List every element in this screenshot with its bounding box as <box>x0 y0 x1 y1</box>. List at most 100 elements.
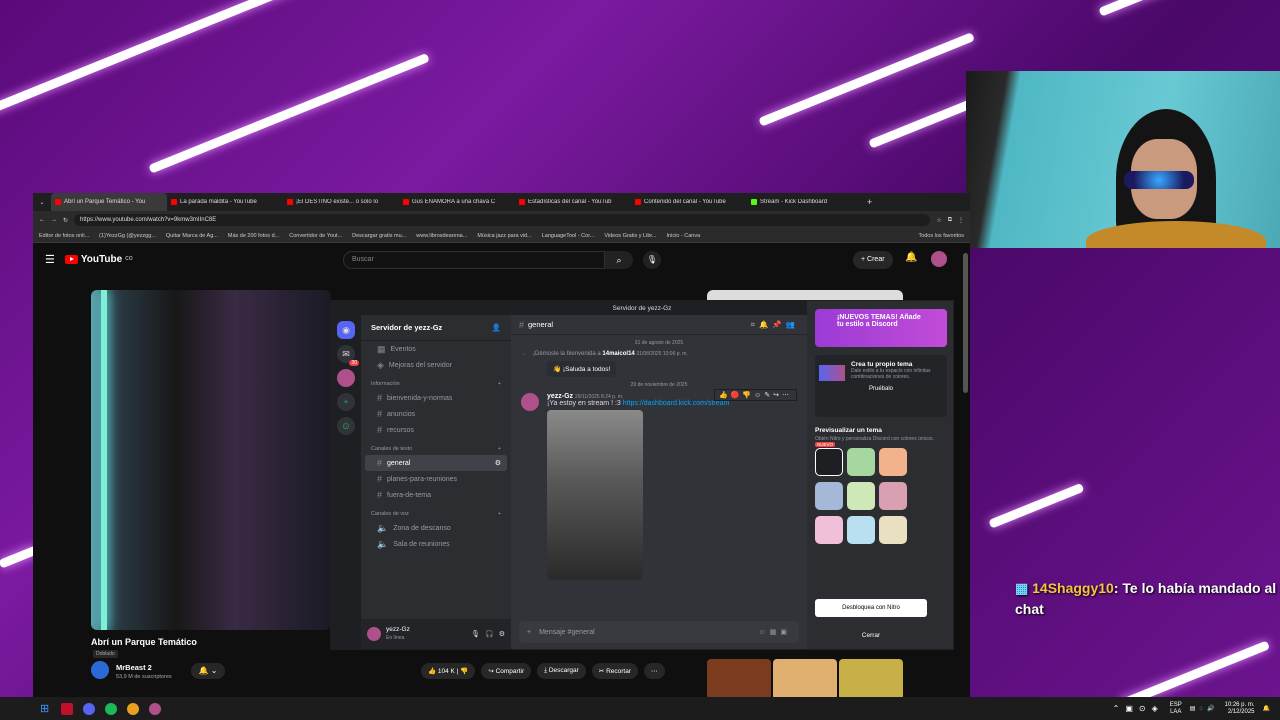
windows-start-icon[interactable]: ⊞ <box>40 702 49 715</box>
tab[interactable]: Abrí un Parque Temático - You <box>51 193 167 211</box>
add-attachment-icon[interactable]: + <box>527 629 531 636</box>
youtube-logo[interactable]: YouTube CO <box>64 254 133 265</box>
explore-icon[interactable]: ⊙ <box>337 417 355 435</box>
bookmark[interactable]: Descargar gratis mu... <box>352 233 406 239</box>
forward-icon[interactable]: → <box>51 217 57 223</box>
system-tray[interactable]: ⌃▣⊙◈ <box>1113 704 1164 713</box>
star-icon[interactable]: ☆ <box>936 217 941 224</box>
user-info[interactable]: yezz-Gz En línea <box>386 626 410 642</box>
bookmark[interactable]: Inicio - Canva <box>667 233 701 239</box>
add-channel-icon[interactable]: + <box>498 381 501 387</box>
input-tools[interactable]: ☺▦▣ <box>759 628 791 636</box>
tab[interactable]: Gus ENAMORA a una chava C <box>399 199 515 205</box>
theme-tile[interactable] <box>847 482 875 510</box>
tab[interactable]: ¡El DESTINO existe... o solo lo <box>283 199 399 205</box>
more-button[interactable]: ⋯ <box>644 663 665 679</box>
category-info[interactable]: Información + <box>361 373 511 390</box>
bookmark[interactable]: Música jazz para vid... <box>477 233 531 239</box>
bookmark[interactable]: LanguageTool - Cor... <box>542 233 595 239</box>
voice-channel[interactable]: 🔈 Sala de reuniones <box>365 536 507 552</box>
channel-item[interactable]: # recursos <box>365 422 507 438</box>
server-icon[interactable] <box>337 369 355 387</box>
message-author[interactable]: yezz-Gz <box>547 393 573 400</box>
avatar[interactable] <box>931 251 947 267</box>
bookmark[interactable]: Quitar Marca de Ag... <box>166 233 218 239</box>
scrollbar[interactable] <box>963 253 968 393</box>
app-icon[interactable] <box>61 702 74 715</box>
hamburger-icon[interactable]: ☰ <box>45 253 55 266</box>
events-item[interactable]: ▦ Eventos <box>365 341 507 357</box>
try-button[interactable]: Pruébalo <box>821 386 941 392</box>
mic-icon[interactable]: 🎙 <box>471 630 480 638</box>
channel-item[interactable]: # bienvenida-y-normas <box>365 390 507 406</box>
dm-icon[interactable]: ✉ 30 <box>337 345 359 366</box>
network-icon[interactable]: ▤◌🔊 <box>1190 705 1219 712</box>
channel-item[interactable]: # fuera-de-tema <box>365 487 507 503</box>
theme-tile[interactable] <box>879 516 907 544</box>
tab[interactable]: Estadísticas del canal - YouTub <box>515 199 631 205</box>
invite-icon[interactable]: 👤 <box>492 323 501 332</box>
bookmark[interactable]: Videos Gratis y Libr... <box>604 233 656 239</box>
video-player[interactable] <box>91 290 331 630</box>
bell-icon[interactable]: 🔔 <box>905 252 917 263</box>
unlock-nitro-button[interactable]: Desbloquea con Nitro <box>815 599 927 617</box>
message-actions[interactable]: 👍🔴👎☺✎↪⋯ <box>713 389 797 401</box>
back-icon[interactable]: ← <box>39 217 45 223</box>
close-button[interactable]: Cerrar <box>815 632 927 639</box>
like-button[interactable]: 👍 104 K | 👎 <box>421 663 476 679</box>
bookmark[interactable]: www.librosdearena... <box>416 233 467 239</box>
notification-icon[interactable]: 🔔 <box>1263 705 1270 712</box>
message-input[interactable]: + Mensaje #general ☺▦▣ <box>519 621 799 643</box>
extensions-icon[interactable]: ⧉ <box>948 217 952 224</box>
channel-avatar[interactable] <box>91 661 109 679</box>
settings-icon[interactable]: ⚙ <box>495 459 501 467</box>
theme-tile[interactable] <box>847 516 875 544</box>
recommended-thumbnail[interactable] <box>773 659 837 700</box>
bookmark[interactable]: Editor de fotos onli... <box>39 233 89 239</box>
channel-item[interactable]: # planes-para-reuniones <box>365 471 507 487</box>
channel-item-general[interactable]: # general ⚙ <box>365 455 507 471</box>
bookmark[interactable]: Más de 200 fotos d... <box>228 233 279 239</box>
theme-tile[interactable] <box>815 516 843 544</box>
theme-tile[interactable] <box>815 482 843 510</box>
discord-home-icon[interactable]: ◉ <box>337 321 355 339</box>
search-icon[interactable]: ⌕ <box>605 251 633 269</box>
add-channel-icon[interactable]: + <box>498 511 501 517</box>
tab-search-icon[interactable]: ⌄ <box>33 199 51 206</box>
server-header[interactable]: Servidor de yezz-Gz 👤 <box>361 315 511 341</box>
theme-tile[interactable] <box>879 482 907 510</box>
category-voice[interactable]: Canales de voz + <box>361 503 511 520</box>
voice-channel[interactable]: 🔈 Zona de descanso <box>365 520 507 536</box>
mic-icon[interactable]: 🎙 <box>643 251 661 269</box>
recommended-thumbnail[interactable] <box>707 290 903 300</box>
theme-tile[interactable] <box>847 448 875 476</box>
new-tab-icon[interactable]: + <box>867 197 872 207</box>
language-indicator[interactable]: ESP LAA <box>1170 702 1182 716</box>
tab[interactable]: La parada maldita - YouTube <box>167 199 283 205</box>
add-channel-icon[interactable]: + <box>498 446 501 452</box>
header-actions[interactable]: ⌗🔔📌👥 <box>751 320 799 330</box>
url-field[interactable]: https://www.youtube.com/watch?v=9kmw3mII… <box>74 214 931 226</box>
spotify-icon[interactable] <box>105 702 118 715</box>
add-server-icon[interactable]: + <box>337 393 355 411</box>
headphones-icon[interactable]: 🎧 <box>485 630 494 638</box>
clip-button[interactable]: ✂ Recortar <box>591 663 638 679</box>
avatar[interactable] <box>367 627 381 641</box>
theme-tile[interactable] <box>879 448 907 476</box>
wave-button[interactable]: 👋 ¡Saluda a todos! <box>547 361 617 377</box>
message-image[interactable] <box>547 410 643 580</box>
theme-tile[interactable] <box>815 448 843 476</box>
reload-icon[interactable]: ↻ <box>63 217 68 224</box>
new-themes-banner[interactable]: ¡NUEVOS TEMAS! Añade tu estilo a Discord <box>815 309 947 347</box>
menu-icon[interactable]: ⋮ <box>958 217 964 224</box>
subscribe-bell-button[interactable]: 🔔 ⌄ <box>191 663 225 679</box>
message-link[interactable]: https://dashboard.kick.com/stream <box>623 400 730 407</box>
tab[interactable]: Contenido del canal - YouTube <box>631 199 747 205</box>
boosts-item[interactable]: ◈ Mejoras del servidor <box>365 357 507 373</box>
bookmark[interactable]: Convertidor de Yout... <box>289 233 342 239</box>
welcome-user[interactable]: 14maicol14 <box>602 351 634 357</box>
recommended-thumbnail[interactable] <box>839 659 903 700</box>
bookmark[interactable]: (1)YezzGg (@yezzgg... <box>99 233 156 239</box>
clock[interactable]: 10:26 p. m. 2/12/2025 <box>1224 702 1254 716</box>
tab[interactable]: Stream - Kick Dashboard <box>747 199 863 205</box>
